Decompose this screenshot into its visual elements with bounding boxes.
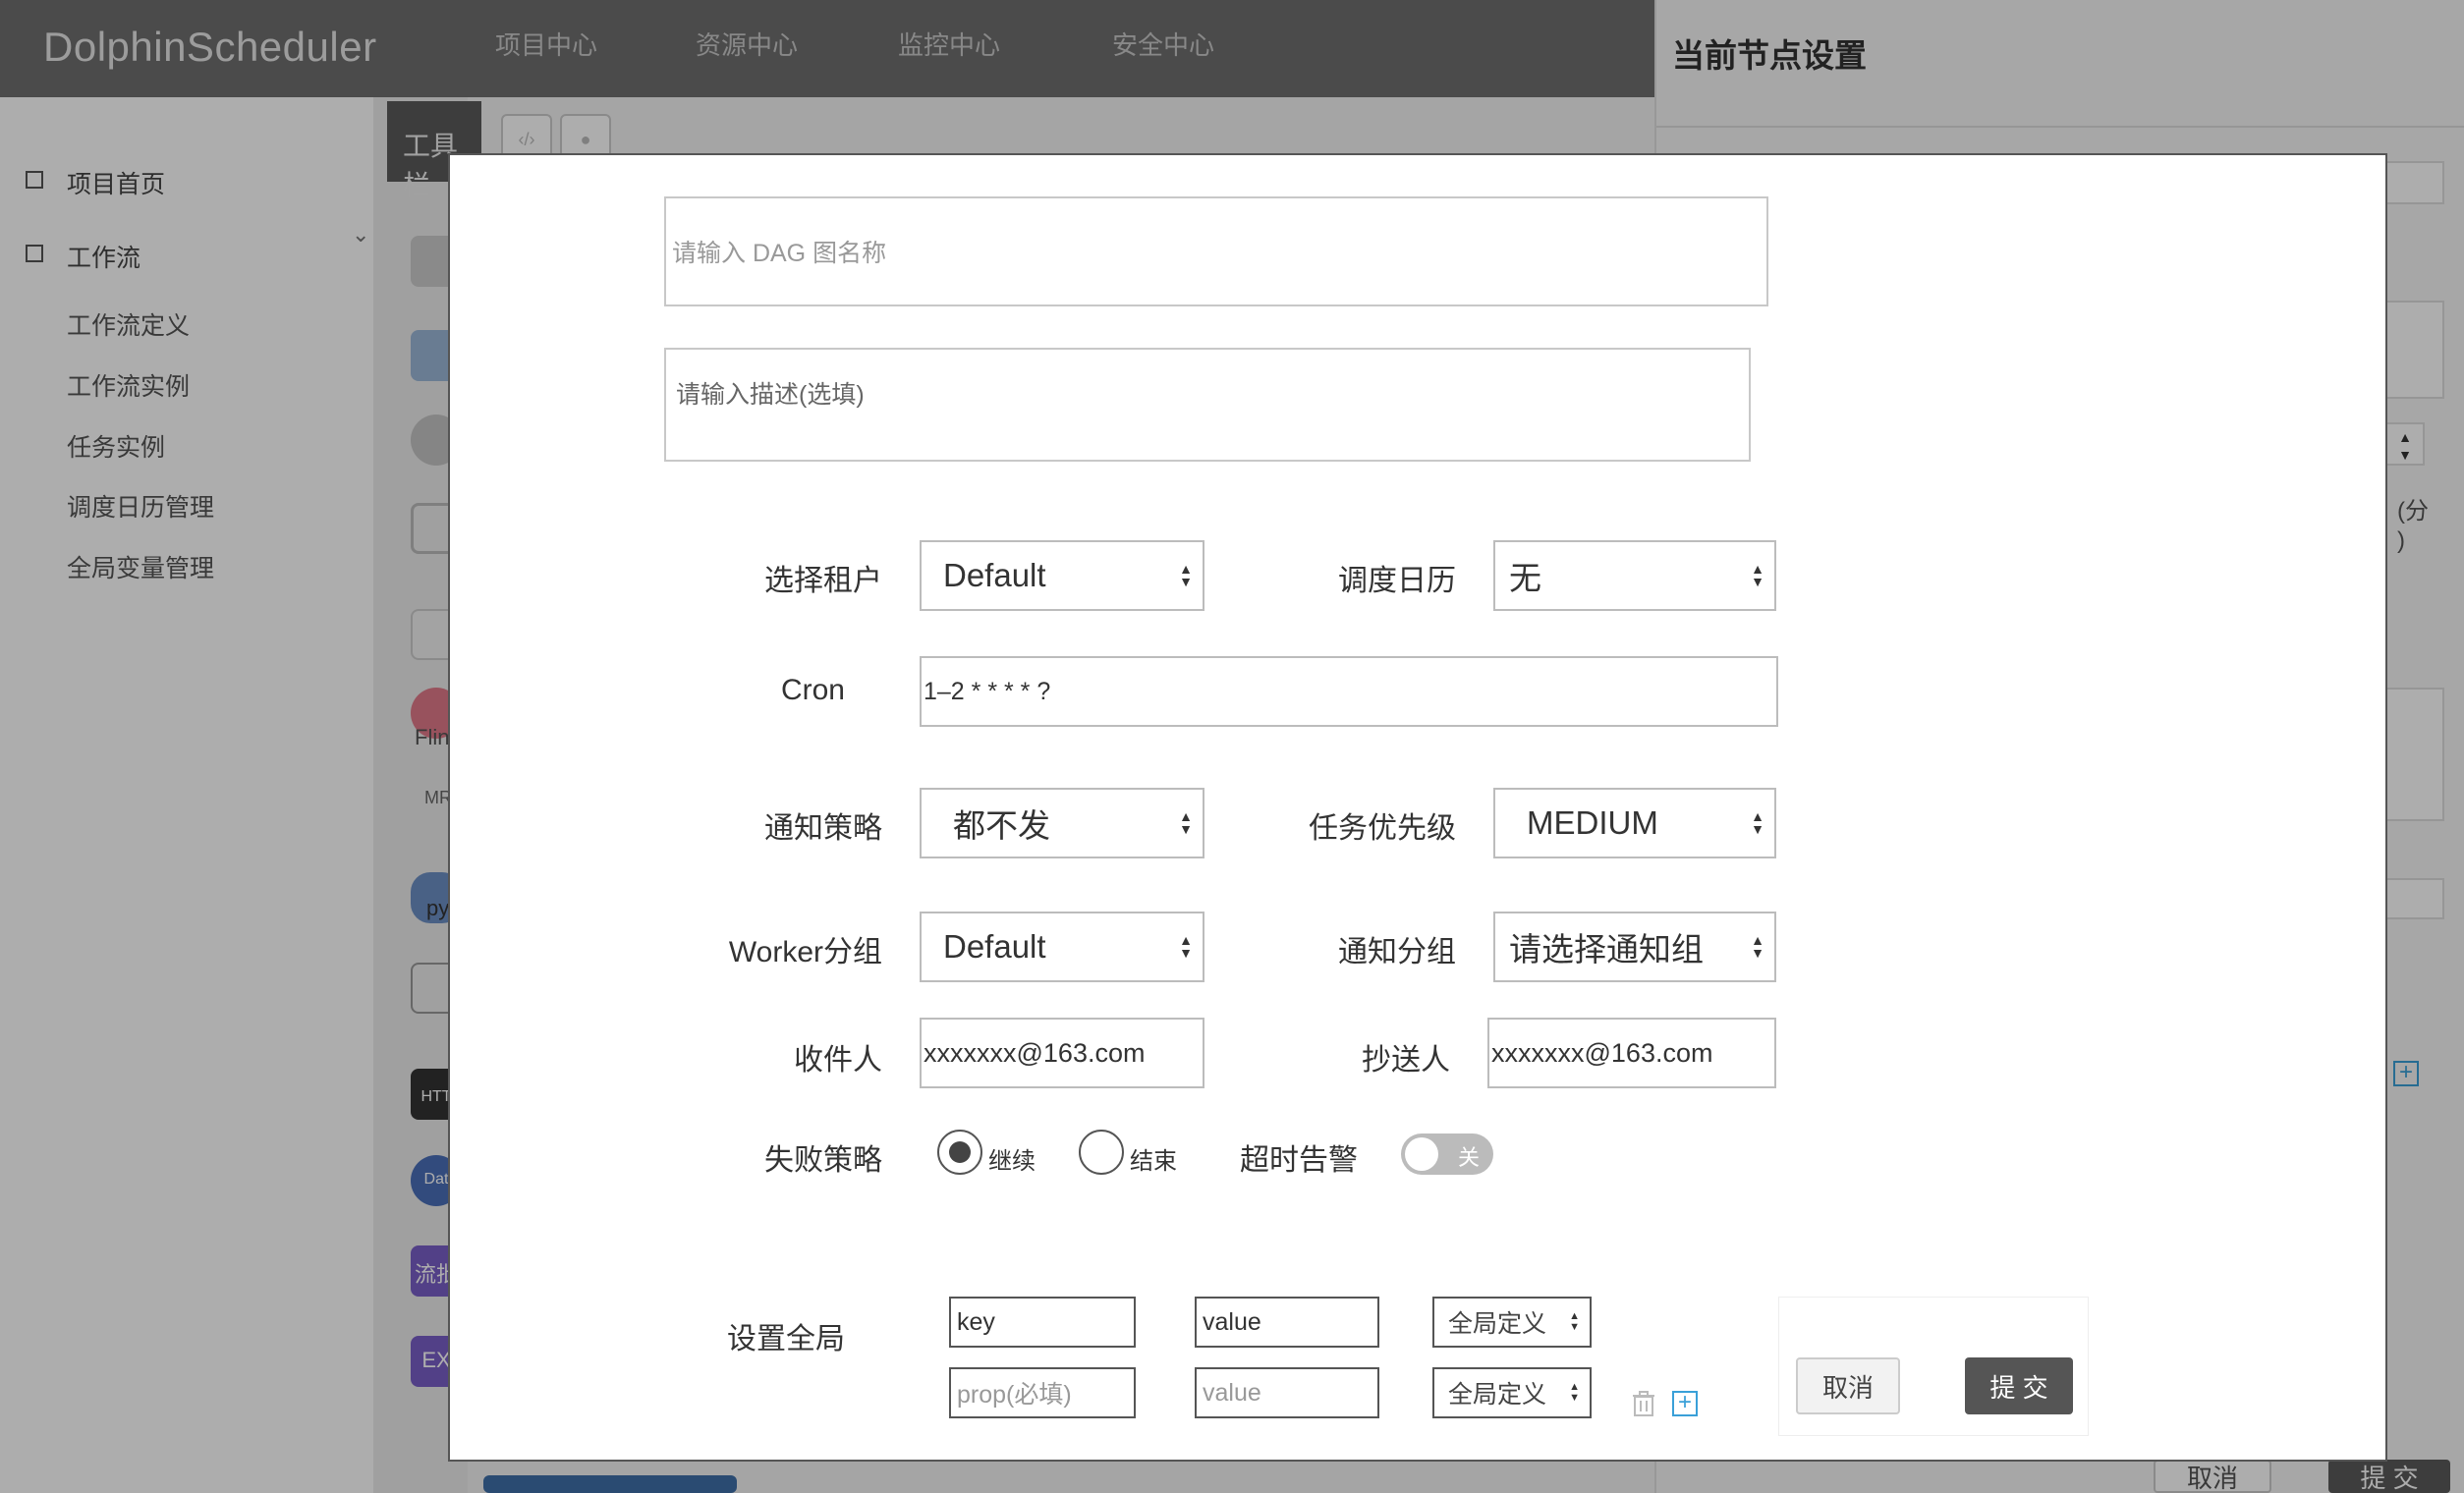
global-value-value: value [1203,1307,1261,1336]
select-arrow-icon: ▲ ▼ [1569,1310,1580,1333]
select-arrow-icon: ▲ ▼ [1569,1381,1580,1404]
radio-end-label: 结束 [1130,1148,1177,1175]
toggle-knob [1405,1137,1438,1171]
toggle-state: 关 [1457,1145,1480,1170]
global-prop-placeholder: prop(必填) [957,1381,1072,1409]
receivers-value: xxxxxxx@163.com [924,1037,1146,1068]
cc-label: 抄送人 [1362,1044,1450,1077]
tenant-value: Default [943,557,1046,593]
priority-select[interactable]: MEDIUM ▲ ▼ [1493,788,1776,858]
failure-strategy-label: 失败策略 [764,1144,882,1177]
worker-group-select[interactable]: Default ▲ ▼ [920,912,1204,982]
select-arrow-icon: ▲ ▼ [1751,808,1764,837]
select-arrow-icon: ▲ ▼ [1179,808,1193,837]
global-prop-input[interactable]: prop(必填) [949,1367,1136,1418]
notify-group-select[interactable]: 请选择通知组 ▲ ▼ [1493,912,1776,982]
notify-strategy-value: 都不发 [953,807,1050,844]
select-arrow-icon: ▲ ▼ [1751,932,1764,961]
dag-name-placeholder: 请输入 DAG 图名称 [672,240,887,267]
select-arrow-icon: ▲ ▼ [1751,561,1764,589]
radio-continue-label: 继续 [988,1148,1036,1175]
timeout-alert-toggle[interactable]: 关 [1401,1134,1493,1175]
description-placeholder: 请输入描述(选填) [676,381,865,409]
global-value-input[interactable]: value [1195,1297,1379,1348]
global-value-input-2[interactable]: value [1195,1367,1379,1418]
radio-end[interactable] [1079,1130,1124,1175]
cron-input[interactable]: 1–2 * * * * ? [920,656,1778,727]
select-arrow-icon: ▲ ▼ [1179,932,1193,961]
priority-value: MEDIUM [1527,804,1658,841]
cron-label: Cron [780,674,845,706]
global-value-placeholder: value [1203,1378,1261,1407]
cron-value: 1–2 * * * * ? [924,677,1051,705]
add-param-icon[interactable]: + [1672,1391,1698,1416]
global-type-select-2[interactable]: 全局定义 ▲ ▼ [1432,1367,1592,1418]
notify-group-label: 通知分组 [1338,936,1456,968]
calendar-value: 无 [1509,560,1541,596]
calendar-select[interactable]: 无 ▲ ▼ [1493,540,1776,611]
global-key-input[interactable]: key [949,1297,1136,1348]
notify-strategy-select[interactable]: 都不发 ▲ ▼ [920,788,1204,858]
notify-strategy-label: 通知策略 [764,812,882,845]
tenant-label: 选择租户 [764,565,882,597]
cancel-button[interactable]: 取消 [1796,1357,1900,1414]
global-params-label: 设置全局 [727,1323,845,1355]
tenant-select[interactable]: Default ▲ ▼ [920,540,1204,611]
cc-value: xxxxxxx@163.com [1491,1037,1713,1068]
global-type-value: 全局定义 [1448,1310,1547,1338]
submit-button[interactable]: 提 交 [1965,1357,2073,1414]
calendar-label: 调度日历 [1338,565,1456,597]
dag-name-input[interactable]: 请输入 DAG 图名称 [664,196,1768,306]
global-type-value-2: 全局定义 [1448,1381,1547,1409]
delete-icon[interactable] [1633,1391,1654,1416]
description-input[interactable]: 请输入描述(选填) [664,348,1751,462]
radio-continue[interactable] [937,1130,982,1175]
worker-group-value: Default [943,928,1046,965]
worker-group-label: Worker分组 [728,936,882,968]
priority-label: 任务优先级 [1309,812,1456,845]
global-key-value: key [957,1307,995,1336]
select-arrow-icon: ▲ ▼ [1179,561,1193,589]
receivers-input[interactable]: xxxxxxx@163.com [920,1018,1204,1088]
receivers-label: 收件人 [794,1044,882,1077]
global-type-select[interactable]: 全局定义 ▲ ▼ [1432,1297,1592,1348]
cc-input[interactable]: xxxxxxx@163.com [1487,1018,1776,1088]
notify-group-value: 请选择通知组 [1509,931,1704,968]
timeout-alert-label: 超时告警 [1240,1144,1358,1177]
